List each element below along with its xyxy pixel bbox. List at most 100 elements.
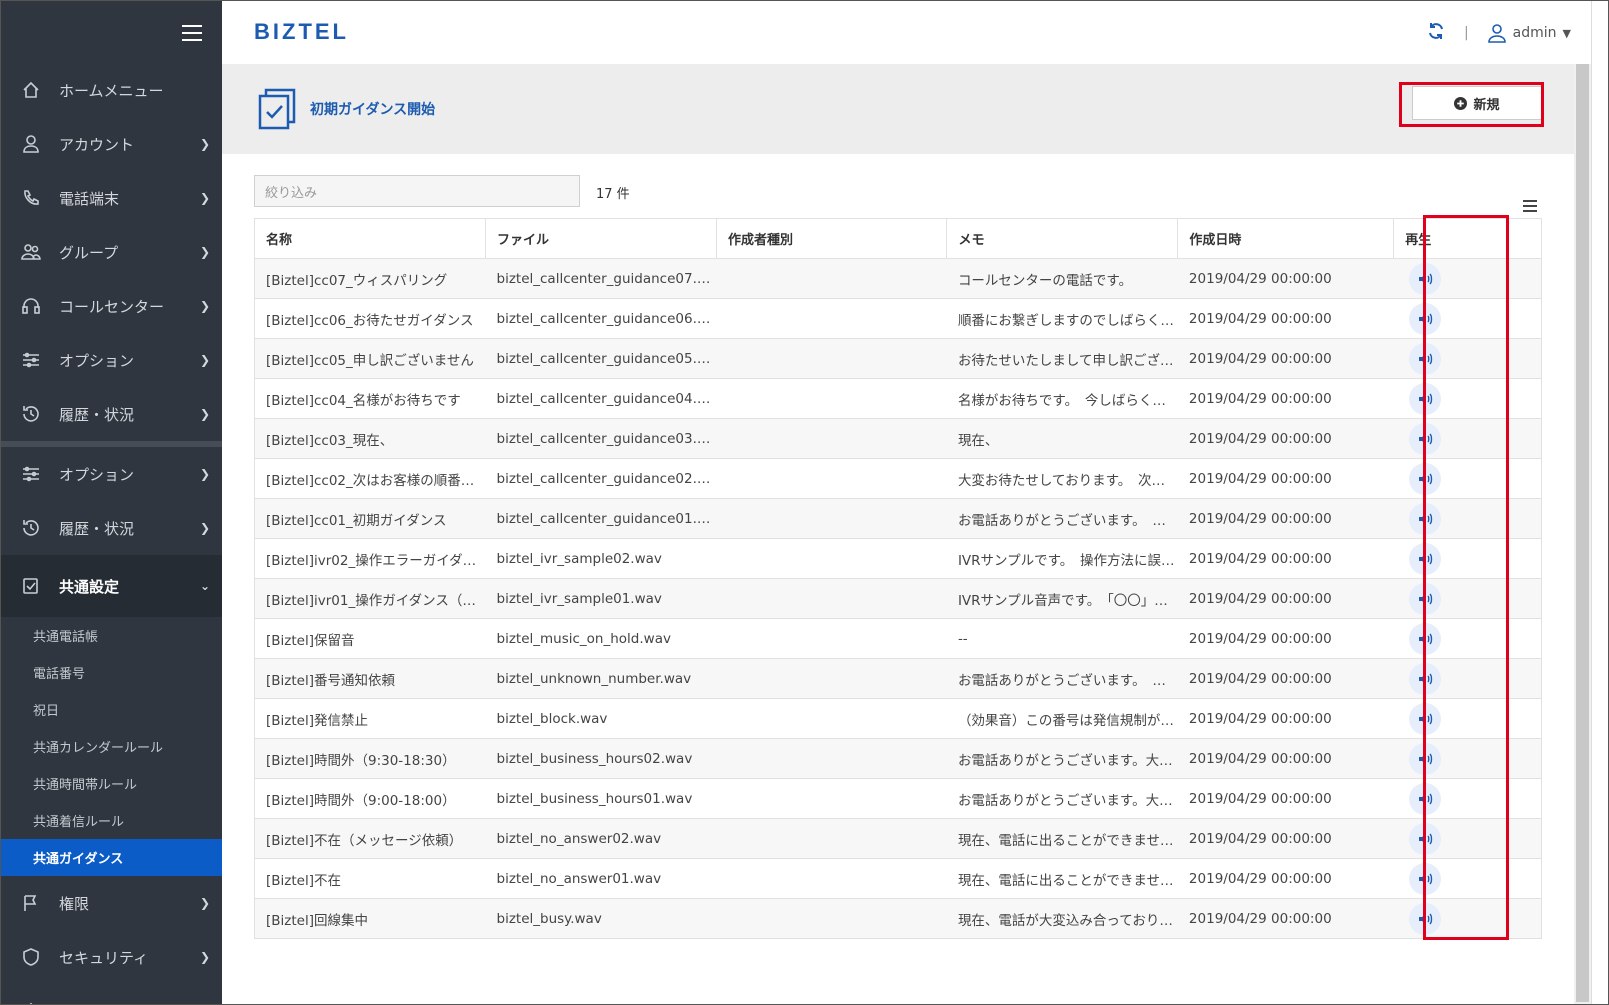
cell-author-type xyxy=(716,258,947,299)
sidebar-item-label: オプション xyxy=(59,465,135,484)
chevron-right-icon: ❯ xyxy=(199,191,210,205)
cell-created: 2019/04/29 00:00:00 xyxy=(1177,738,1394,779)
sidebar-item-label: アカウント xyxy=(59,135,135,154)
cell-name: [Biztel]ivr01_操作ガイダンス（サ… xyxy=(254,578,486,619)
cell-author-type xyxy=(716,618,947,659)
sliders-icon xyxy=(21,464,41,484)
sidebar-item-3[interactable]: グループ ❯ xyxy=(1,225,222,279)
cell-memo: IVRサンプルです。 操作方法に誤… xyxy=(946,538,1178,579)
cell-memo: （効果音）この番号は発信規制が… xyxy=(946,698,1178,739)
phone-icon xyxy=(21,188,41,208)
refresh-icon[interactable] xyxy=(1426,21,1446,45)
cell-author-type xyxy=(716,858,947,899)
column-menu-icon[interactable] xyxy=(1523,200,1537,212)
user-icon xyxy=(21,134,41,154)
scrollbar-thumb[interactable] xyxy=(1576,64,1589,1002)
table-row[interactable]: [Biztel]保留音 biztel_music_on_hold.wav -- 201… xyxy=(254,618,1542,659)
cell-name: [Biztel]cc06_お待たせガイダンス xyxy=(254,298,486,339)
table-row[interactable]: [Biztel]時間外（9:30-18:30） biztel_business_h… xyxy=(254,738,1542,779)
cell-file: biztel_ivr_sample01.wav xyxy=(485,578,717,619)
table-row[interactable]: [Biztel]cc02_次はお客様の順番です biztel_callcenter… xyxy=(254,458,1542,499)
sidebar-item-2[interactable]: 電話端末 ❯ xyxy=(1,171,222,225)
sidebar-item-label: 権限 xyxy=(59,894,90,913)
top-header: BIZTEL | admin ▼ xyxy=(222,1,1607,64)
table-row[interactable]: [Biztel]回線集中 biztel_busy.wav 現在、電話が大変込み合って… xyxy=(254,898,1542,939)
table-row[interactable]: [Biztel]cc01_初期ガイダンス biztel_callcenter_gu… xyxy=(254,498,1542,539)
cell-memo: お待たせいたしまして申し訳ござ… xyxy=(946,338,1178,379)
sidebar-item-7[interactable]: オプション ❯ xyxy=(1,447,222,501)
chevron-down-icon: ▼ xyxy=(1562,26,1571,40)
page-title: 初期ガイダンス開始 xyxy=(310,102,436,118)
sidebar-item-6[interactable]: 履歴・状況 ❯ xyxy=(1,387,222,441)
sidebar-subitem-5[interactable]: 共通着信ルール xyxy=(1,802,222,839)
cell-memo: 現在、電話に出ることができませ… xyxy=(946,858,1178,899)
column-header-created[interactable]: 作成日時 xyxy=(1177,218,1395,259)
table-row[interactable]: [Biztel]不在（メッセージ依頼） biztel_no_answer02.wa… xyxy=(254,818,1542,859)
table-row[interactable]: [Biztel]番号通知依頼 biztel_unknown_number.wav お… xyxy=(254,658,1542,699)
sidebar-subitem-3[interactable]: 共通カレンダールール xyxy=(1,728,222,765)
cell-name: [Biztel]cc07_ウィスパリング xyxy=(254,258,486,299)
table-row[interactable]: [Biztel]cc06_お待たせガイダンス biztel_callcenter_… xyxy=(254,298,1542,339)
chevron-right-icon: ❯ xyxy=(199,137,210,151)
sidebar-item-bottom-2[interactable]: システム設定❯ xyxy=(1,984,222,1004)
cell-author-type xyxy=(716,738,947,779)
sidebar-group-common-settings[interactable]: 共通設定 ⌄ xyxy=(1,555,222,617)
highlight-box-play xyxy=(1423,215,1509,940)
column-header-file[interactable]: ファイル xyxy=(485,218,717,259)
cell-file: biztel_no_answer02.wav xyxy=(485,818,717,859)
cell-file: biztel_business_hours01.wav xyxy=(485,778,717,819)
sidebar-item-label: 電話端末 xyxy=(59,189,120,208)
filter-input[interactable]: 絞り込み xyxy=(254,175,580,207)
sidebar-item-5[interactable]: オプション ❯ xyxy=(1,333,222,387)
history-icon xyxy=(21,518,41,538)
cell-author-type xyxy=(716,538,947,579)
table-row[interactable]: [Biztel]cc05_申し訳ございません biztel_callcenter_… xyxy=(254,338,1542,379)
user-menu[interactable]: admin ▼ xyxy=(1487,23,1571,43)
cell-author-type xyxy=(716,298,947,339)
sidebar-subitem-2[interactable]: 祝日 xyxy=(1,691,222,728)
outer-scrollbar xyxy=(1591,1,1608,1004)
sidebar-item-1[interactable]: アカウント ❯ xyxy=(1,117,222,171)
cell-memo: お電話ありがとうございます。 … xyxy=(946,658,1178,699)
sidebar-subitem-1[interactable]: 電話番号 xyxy=(1,654,222,691)
menu-toggle-icon[interactable] xyxy=(182,25,202,41)
cell-created: 2019/04/29 00:00:00 xyxy=(1177,538,1394,579)
table-row[interactable]: [Biztel]cc07_ウィスパリング biztel_callcenter_gu… xyxy=(254,258,1542,299)
table-row[interactable]: [Biztel]cc04_名様がお待ちです biztel_callcenter_g… xyxy=(254,378,1542,419)
sidebar-item-4[interactable]: コールセンター ❯ xyxy=(1,279,222,333)
column-header-name[interactable]: 名称 xyxy=(254,218,486,259)
sidebar-subitem-0[interactable]: 共通電話帳 xyxy=(1,617,222,654)
table-row[interactable]: [Biztel]発信禁止 biztel_block.wav （効果音）この番号は発信… xyxy=(254,698,1542,739)
table-row[interactable]: [Biztel]時間外（9:00-18:00） biztel_business_h… xyxy=(254,778,1542,819)
table-row[interactable]: [Biztel]不在 biztel_no_answer01.wav 現在、電話に出る… xyxy=(254,858,1542,899)
sidebar-item-label: システム設定 xyxy=(59,1001,149,1005)
table-row[interactable]: [Biztel]ivr02_操作エラーガイダン… biztel_ivr_sampl… xyxy=(254,538,1542,579)
header-separator: | xyxy=(1463,25,1469,41)
cell-name: [Biztel]cc05_申し訳ございません xyxy=(254,338,486,379)
sidebar-subitem-4[interactable]: 共通時間帯ルール xyxy=(1,765,222,802)
cell-memo: お電話ありがとうございます。大… xyxy=(946,778,1178,819)
cell-author-type xyxy=(716,578,947,619)
sidebar-subitem-6[interactable]: 共通ガイダンス xyxy=(1,839,222,876)
cell-memo: お電話ありがとうございます。 … xyxy=(946,498,1178,539)
sidebar-item-label: グループ xyxy=(59,243,119,262)
column-header-memo[interactable]: メモ xyxy=(946,218,1179,259)
sidebar-item-8[interactable]: 履歴・状況 ❯ xyxy=(1,501,222,555)
table-row[interactable]: [Biztel]cc03_現在、 biztel_callcenter_guidan… xyxy=(254,418,1542,459)
column-header-author-type[interactable]: 作成者種別 xyxy=(715,218,948,259)
cell-file: biztel_music_on_hold.wav xyxy=(485,618,717,659)
shield-icon xyxy=(21,947,41,967)
cell-file: biztel_ivr_sample02.wav xyxy=(485,538,717,579)
sidebar-item-0[interactable]: ホームメニュー xyxy=(1,63,222,117)
sidebar-item-label: 履歴・状況 xyxy=(59,405,135,424)
biztel-logo[interactable]: BIZTEL xyxy=(254,19,349,45)
cell-author-type xyxy=(716,778,947,819)
table-row[interactable]: [Biztel]ivr01_操作ガイダンス（サ… biztel_ivr_sampl… xyxy=(254,578,1542,619)
cell-name: [Biztel]保留音 xyxy=(254,618,486,659)
sidebar: ホームメニュー アカウント ❯ 電話端末 ❯ グループ ❯ コールセンター ❯ オプション ❯ 履歴・… xyxy=(1,1,222,1004)
cell-created: 2019/04/29 00:00:00 xyxy=(1177,778,1394,819)
cell-file: biztel_callcenter_guidance05.wav xyxy=(485,338,717,379)
sidebar-item-bottom-1[interactable]: セキュリティ ❯ xyxy=(1,930,222,984)
cell-author-type xyxy=(716,658,947,699)
sidebar-item-bottom-0[interactable]: 権限 ❯ xyxy=(1,876,222,930)
